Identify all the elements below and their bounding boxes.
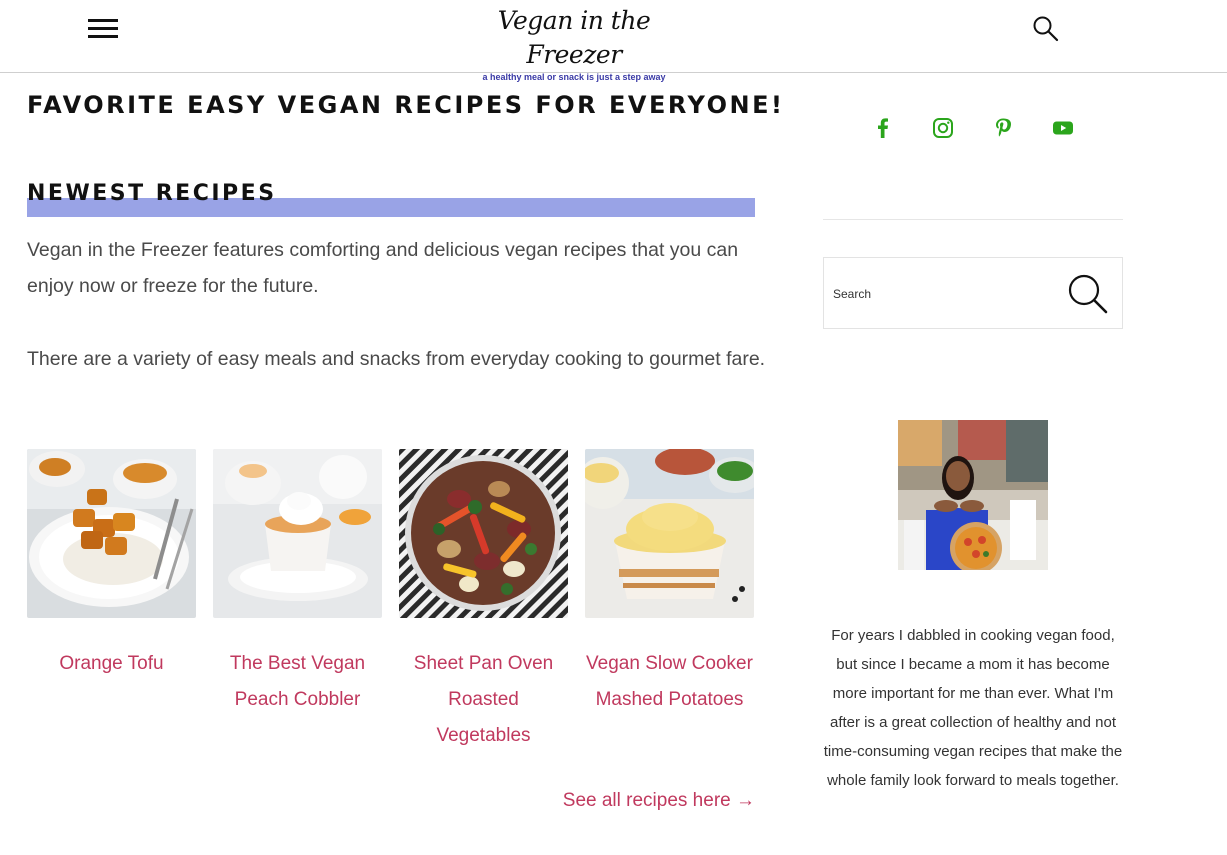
search-icon[interactable] — [1031, 14, 1061, 44]
recipe-card[interactable]: Sheet Pan Oven Roasted Vegetables — [399, 449, 568, 754]
page-title: FAVORITE EASY VEGAN RECIPES FOR EVERYONE… — [27, 91, 785, 119]
see-all-recipes-link[interactable]: See all recipes here → — [563, 790, 755, 812]
section-heading: NEWEST RECIPES — [27, 181, 755, 217]
recipe-title[interactable]: Sheet Pan Oven Roasted Vegetables — [399, 646, 568, 754]
pinterest-icon[interactable] — [991, 116, 1015, 140]
facebook-icon[interactable] — [871, 116, 895, 140]
author-bio: For years I dabbled in cooking vegan foo… — [823, 627, 1123, 789]
recipe-title[interactable]: Orange Tofu — [27, 646, 196, 682]
recipe-image[interactable] — [585, 449, 754, 618]
recipe-card[interactable]: The Best Vegan Peach Cobbler — [213, 449, 382, 718]
recipe-title[interactable]: Vegan Slow Cooker Mashed Potatoes — [585, 646, 754, 718]
sidebar-search-form — [823, 257, 1123, 329]
logo-title: Vegan in the Freezer — [497, 6, 651, 69]
author-photo — [898, 420, 1048, 570]
recipe-grid: Orange Tofu The Best Vegan Peach Cobbler… — [27, 449, 755, 759]
logo-tagline: a healthy meal or snack is just a step a… — [482, 72, 666, 82]
social-links — [871, 116, 1081, 142]
youtube-icon[interactable] — [1051, 116, 1075, 140]
recipe-image[interactable] — [213, 449, 382, 618]
recipe-image[interactable] — [399, 449, 568, 618]
intro-paragraph: There are a variety of easy meals and sn… — [27, 348, 766, 370]
hamburger-menu-icon[interactable] — [86, 17, 120, 43]
sidebar-search-input[interactable] — [833, 278, 1053, 310]
instagram-icon[interactable] — [931, 116, 955, 140]
section-title: NEWEST RECIPES — [27, 181, 277, 206]
site-logo[interactable]: Vegan in the Freezer a healthy meal or s… — [463, 4, 685, 82]
site-header: Vegan in the Freezer a healthy meal or s… — [0, 0, 1227, 82]
sidebar-divider — [823, 219, 1123, 220]
recipe-card[interactable]: Vegan Slow Cooker Mashed Potatoes — [585, 449, 754, 718]
search-icon[interactable] — [1066, 272, 1110, 316]
recipe-title[interactable]: The Best Vegan Peach Cobbler — [213, 646, 382, 718]
recipe-card[interactable]: Orange Tofu — [27, 449, 196, 682]
recipe-image[interactable] — [27, 449, 196, 618]
intro-paragraph: Vegan in the Freezer features comforting… — [27, 239, 739, 297]
